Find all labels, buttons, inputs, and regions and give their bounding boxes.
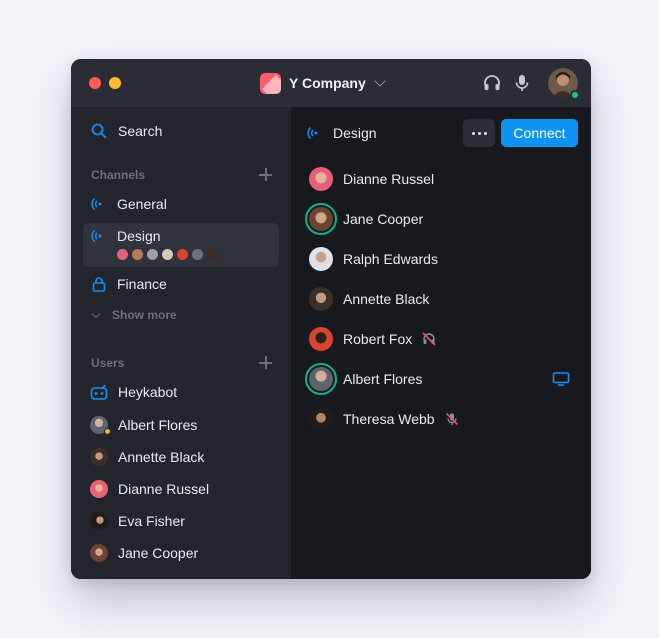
company-name: Y Company (289, 75, 366, 91)
channel-label: General (117, 196, 167, 212)
avatar (117, 249, 128, 260)
workspace-switcher[interactable]: Y Company (260, 72, 386, 94)
user-name: Annette Black (118, 449, 205, 465)
avatar (132, 249, 143, 260)
user-item-annette-black[interactable]: Annette Black (90, 448, 204, 466)
search-button[interactable]: Search (91, 123, 162, 139)
away-status-badge (104, 428, 111, 435)
minimize-window-button[interactable] (109, 77, 121, 89)
participant-name: Theresa Webb (343, 411, 435, 427)
participant-name: Ralph Edwards (343, 251, 438, 267)
avatar (90, 480, 108, 498)
connect-button[interactable]: Connect (501, 119, 578, 147)
user-item-eva-fisher[interactable]: Eva Fisher (90, 512, 185, 530)
user-name: Albert Flores (118, 417, 198, 433)
more-icon (471, 131, 475, 135)
user-item-albert-flores[interactable]: Albert Flores (90, 416, 198, 435)
participant-row[interactable]: Jane Cooper (305, 203, 423, 235)
avatar (90, 512, 108, 530)
microphone-icon[interactable] (512, 73, 532, 93)
avatar (192, 249, 203, 260)
title-bar: Y Company (71, 59, 591, 107)
avatar (309, 167, 333, 191)
chevron-down-icon (374, 75, 386, 87)
user-name: Heykabot (118, 384, 178, 400)
lock-icon (92, 277, 106, 292)
avatar (309, 407, 333, 431)
avatar (309, 367, 333, 391)
participant-row[interactable]: Dianne Russel (309, 167, 434, 191)
online-status-badge (570, 90, 580, 100)
sidebar: Search Channels General Design Finance S… (71, 107, 291, 579)
add-user-icon[interactable] (259, 356, 272, 369)
broadcast-icon (91, 197, 102, 211)
add-channel-icon[interactable] (259, 168, 272, 181)
participant-name: Albert Flores (343, 371, 423, 387)
avatar (147, 249, 158, 260)
participant-row[interactable]: Theresa Webb (309, 407, 459, 431)
channel-item-design-header: Design (91, 228, 161, 244)
company-logo-icon (260, 72, 281, 94)
headphones-off-icon (422, 332, 436, 346)
channel-title: Design (333, 125, 377, 141)
participant-row[interactable]: Albert Flores (305, 363, 422, 395)
more-icon-dot (477, 131, 481, 135)
avatar (90, 544, 108, 562)
user-item-jane-cooper[interactable]: Jane Cooper (90, 544, 198, 562)
broadcast-icon (307, 126, 318, 140)
channel-item-finance[interactable]: Finance (91, 276, 167, 292)
participant-name: Jane Cooper (343, 211, 424, 227)
avatar (177, 249, 188, 260)
avatar (309, 247, 333, 271)
channels-section-title: Channels (91, 168, 146, 182)
close-window-button[interactable] (89, 77, 101, 89)
avatar (309, 327, 333, 351)
microphone-off-icon (445, 412, 458, 426)
channel-participant-avatars (117, 249, 218, 260)
avatar (309, 287, 333, 311)
channel-panel: Design Connect Dianne Russel Jane Cooper… (291, 107, 591, 579)
screen-share-icon[interactable] (552, 372, 570, 386)
avatar (309, 207, 333, 231)
show-more-button[interactable]: Show more (91, 308, 177, 322)
participant-row[interactable]: Robert Fox (309, 327, 436, 351)
speaking-ring (305, 363, 337, 395)
avatar (90, 448, 108, 466)
avatar (90, 416, 111, 435)
avatar (162, 249, 173, 260)
channel-item-general[interactable]: General (91, 196, 167, 212)
more-icon-dot (483, 131, 487, 135)
participant-name: Annette Black (343, 291, 430, 307)
user-item-heykabot[interactable]: Heykabot (90, 384, 177, 400)
user-name: Dianne Russel (118, 481, 210, 497)
channel-label: Finance (117, 276, 167, 292)
bot-icon (90, 384, 108, 400)
user-item-dianne-russel[interactable]: Dianne Russel (90, 480, 209, 498)
participant-name: Dianne Russel (343, 171, 435, 187)
show-more-label: Show more (112, 308, 177, 322)
user-name: Eva Fisher (118, 513, 185, 529)
chevron-down-icon (91, 309, 101, 318)
participant-name: Robert Fox (343, 331, 413, 347)
search-icon (91, 123, 107, 139)
headphones-icon[interactable] (482, 73, 502, 93)
more-options-button[interactable] (463, 119, 495, 147)
broadcast-icon (91, 229, 102, 243)
search-label: Search (118, 123, 163, 139)
users-section-title: Users (91, 356, 125, 370)
channel-label: Design (117, 228, 161, 244)
user-name: Jane Cooper (118, 545, 199, 561)
app-window: Y Company Search Channels General Design… (71, 59, 591, 579)
participant-row[interactable]: Annette Black (309, 287, 429, 311)
participant-row[interactable]: Ralph Edwards (309, 247, 438, 271)
avatar (207, 249, 218, 260)
speaking-ring (305, 203, 337, 235)
channel-header: Design (307, 125, 377, 141)
